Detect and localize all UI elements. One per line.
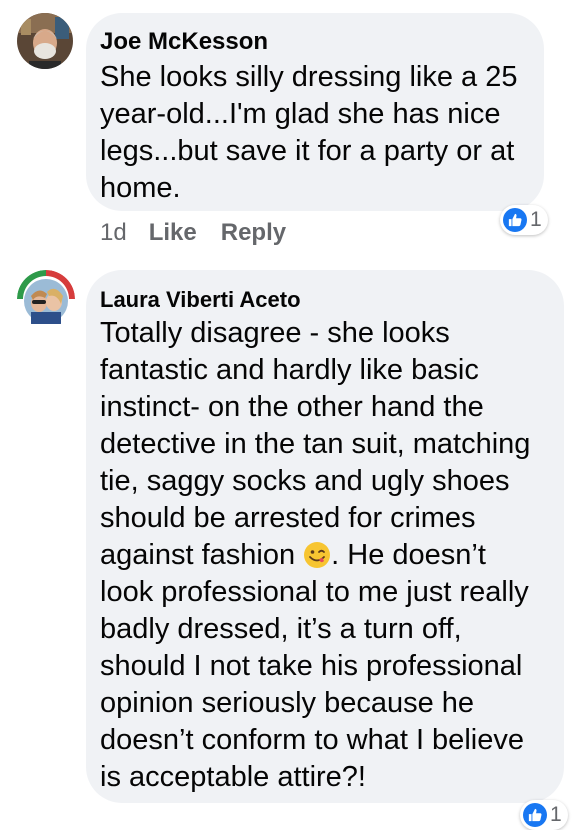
comment-text-line: instinct- on the other hand the bbox=[100, 391, 484, 423]
like-button[interactable]: Like bbox=[149, 219, 197, 246]
reaction-count-badge[interactable]: 1 bbox=[520, 800, 568, 830]
comment-text-line: doesn’t conform to what I believe bbox=[100, 724, 524, 756]
comment-laura: Laura Viberti Aceto Totally disagree - s… bbox=[0, 260, 584, 830]
comment-text-line: She looks silly dressing like a 25 bbox=[100, 61, 518, 93]
reaction-count-badge[interactable]: 1 bbox=[500, 205, 548, 235]
face-savoring-food-icon bbox=[303, 541, 331, 569]
comment-text-line-with-emoji: against fashion . He doesn’t bbox=[100, 537, 530, 574]
comment-text-line: badly dressed, it’s a turn off, bbox=[100, 613, 462, 645]
comment-text-line: home. bbox=[100, 172, 181, 204]
comment-text: Totally disagree - she looks fantastic a… bbox=[100, 315, 530, 796]
comment-text-line: should be arrested for crimes bbox=[100, 502, 476, 534]
reaction-count: 1 bbox=[550, 803, 562, 826]
comment-text-fragment: . He doesn’t bbox=[331, 539, 486, 571]
comment-actions: 1d Like Reply bbox=[100, 219, 310, 247]
comment-text-line: look professional to me just really bbox=[100, 576, 529, 608]
thumbs-up-icon bbox=[503, 208, 527, 232]
comment-text-line: opinion seriously because he bbox=[100, 687, 475, 719]
comment-author[interactable]: Laura Viberti Aceto bbox=[100, 286, 301, 314]
comment-author[interactable]: Joe McKesson bbox=[100, 28, 268, 56]
avatar-photo bbox=[17, 13, 73, 69]
comment-text-line: should I not take his professional bbox=[100, 650, 523, 682]
avatar[interactable] bbox=[17, 13, 73, 69]
comment-text-line: is acceptable attire?! bbox=[100, 761, 366, 793]
reaction-count: 1 bbox=[530, 208, 542, 231]
comment-text-line: Totally disagree - she looks bbox=[100, 317, 450, 349]
comment-timestamp[interactable]: 1d bbox=[100, 219, 127, 246]
comment-joe: Joe McKesson She looks silly dressing li… bbox=[0, 0, 584, 260]
comment-text-line: legs...but save it for a party or at bbox=[100, 135, 515, 167]
avatar-photo bbox=[17, 270, 75, 328]
comment-text-line: tie, saggy socks and ugly shoes bbox=[100, 465, 510, 497]
comment-text-fragment: against fashion bbox=[100, 539, 304, 571]
reply-button[interactable]: Reply bbox=[221, 219, 286, 246]
comment-text-line: year-old...I'm glad she has nice bbox=[100, 98, 501, 130]
avatar[interactable] bbox=[17, 270, 75, 328]
comment-text-line: detective in the tan suit, matching bbox=[100, 428, 531, 460]
comment-text: She looks silly dressing like a 25 year-… bbox=[100, 59, 517, 207]
thumbs-up-icon bbox=[523, 803, 547, 827]
comment-text-line: fantastic and hardly like basic bbox=[100, 354, 479, 386]
